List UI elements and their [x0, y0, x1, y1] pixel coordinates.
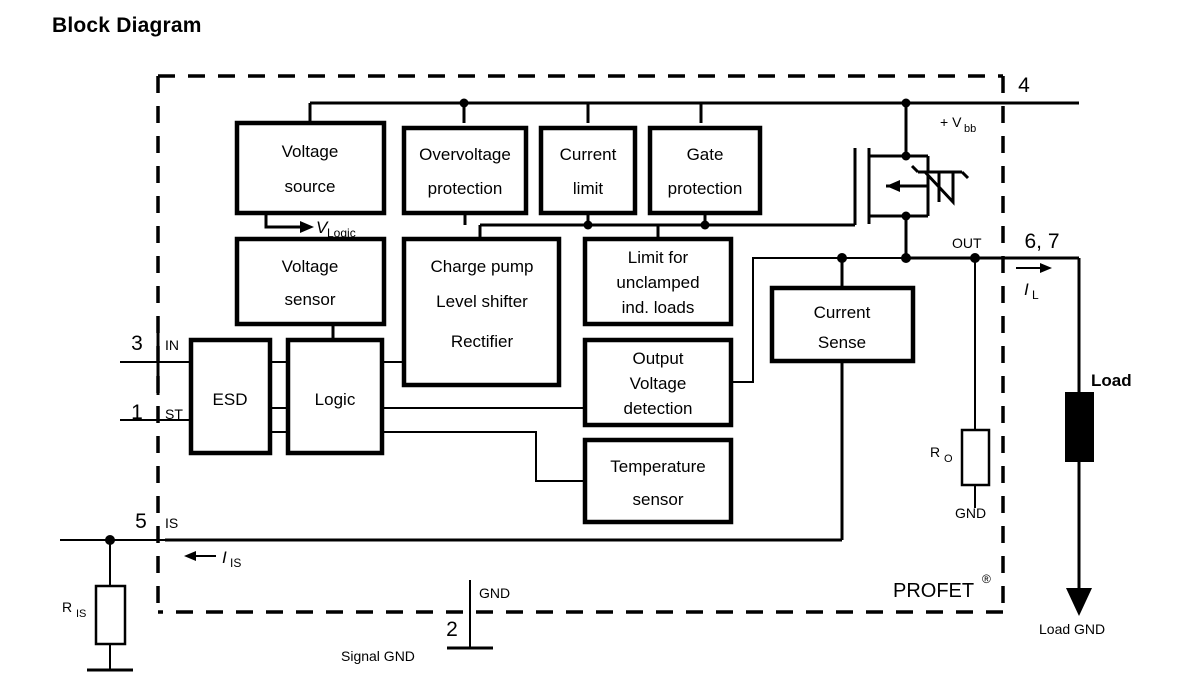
block-limit-unclamped: Limit for unclamped ind. loads	[582, 236, 734, 327]
block-logic: Logic	[285, 337, 385, 456]
mosfet-bulk-arrowhead	[886, 180, 900, 192]
block-label: detection	[624, 399, 693, 418]
block-gate-protection: Gate protection	[647, 125, 763, 216]
resistor-ro: R O GND	[930, 258, 991, 521]
block-label: Charge pump	[430, 257, 533, 276]
block-voltage-source: Voltage source	[234, 120, 387, 216]
load-resistor-symbol	[1065, 392, 1094, 462]
pin-number: 6, 7	[1024, 230, 1059, 253]
arrowhead	[300, 221, 314, 233]
block-label: source	[284, 177, 335, 196]
pin-number: 3	[131, 332, 143, 355]
pin-name: IN	[165, 337, 179, 353]
ro-label: R	[930, 444, 940, 460]
load-gnd-label: Load GND	[1039, 621, 1105, 637]
block-label: Gate	[687, 145, 724, 164]
junction-dot	[583, 220, 593, 230]
pin-name: OUT	[952, 235, 982, 251]
block-label: Voltage	[282, 257, 339, 276]
junction-dot	[901, 253, 911, 263]
vbb-text: + V	[940, 114, 962, 130]
block-label: Output	[632, 349, 683, 368]
block-label: limit	[573, 179, 603, 198]
block-label: Rectifier	[451, 332, 514, 351]
block-label: Limit for	[628, 248, 689, 267]
block-overvoltage-protection: Overvoltage protection	[401, 125, 529, 216]
zener-diode-icon	[910, 164, 970, 206]
arrowhead	[184, 551, 196, 561]
gnd-pin-label: GND	[479, 585, 510, 601]
block-label: Current	[814, 303, 871, 322]
esd-logic-links	[270, 361, 288, 433]
pin-number: 5	[135, 510, 147, 533]
vlogic-output-arrow: V Logic	[264, 213, 356, 240]
block-label: Level shifter	[436, 292, 528, 311]
block-label: Logic	[315, 390, 356, 409]
block-label: ESD	[213, 390, 248, 409]
vbb-label: + V bb	[940, 114, 976, 135]
block-label: Overvoltage	[419, 145, 511, 164]
pin-number: 1	[131, 401, 143, 424]
block-label: Current	[560, 145, 617, 164]
pin-number: 2	[446, 618, 458, 641]
junction-dot	[459, 98, 469, 108]
load-branch: Load Load GND	[1039, 258, 1132, 637]
block-diagram-figure: Voltage source Overvoltage protection Cu…	[0, 0, 1179, 692]
pin-number: 4	[1018, 74, 1030, 97]
block-label: ind. loads	[622, 298, 695, 317]
ris-label: R	[62, 599, 72, 615]
block-charge-pump: Charge pump Level shifter Rectifier	[401, 236, 562, 388]
block-label: protection	[428, 179, 503, 198]
arrowhead	[1040, 263, 1052, 273]
junction-dot	[700, 220, 710, 230]
block-label: unclamped	[616, 273, 699, 292]
il-sub: L	[1032, 288, 1039, 302]
block-temperature-sensor: Temperature sensor	[582, 437, 734, 525]
load-label: Load	[1091, 371, 1132, 390]
vbb-sub: bb	[964, 123, 976, 135]
block-label: sensor	[284, 290, 335, 309]
gnd-ro-label: GND	[955, 505, 986, 521]
block-label: Voltage	[282, 142, 339, 161]
pin-label-4: 4	[1018, 74, 1030, 97]
ris-sub: IS	[76, 608, 86, 620]
pin-label-3: 3 IN	[131, 332, 179, 355]
profet-text: PROFET	[893, 580, 974, 602]
block-current-sense: Current Sense	[769, 285, 916, 364]
block-label: protection	[668, 179, 743, 198]
load-gnd-arrowhead	[1066, 588, 1092, 616]
block-label: Temperature	[610, 457, 705, 476]
pin-name: IS	[165, 515, 178, 531]
block-output-voltage-detection: Output Voltage detection	[582, 337, 734, 428]
block-diagram-svg: Voltage source Overvoltage protection Cu…	[60, 74, 1132, 672]
iis-sub: IS	[230, 556, 241, 570]
block-esd: ESD	[188, 337, 273, 456]
pin-name: ST	[165, 406, 183, 422]
block-voltage-sensor: Voltage sensor	[234, 236, 387, 327]
resistor-ris: R IS	[62, 535, 133, 672]
registered-trademark-icon: ®	[982, 572, 991, 586]
block-current-limit: Current limit	[538, 125, 638, 216]
supply-rail-wire	[308, 98, 1079, 123]
profet-label: PROFET ®	[893, 572, 991, 602]
iis-label: I	[222, 548, 227, 567]
signal-gnd-label: Signal GND	[341, 648, 415, 664]
block-label: sensor	[632, 490, 683, 509]
il-current-arrow: I L	[1016, 263, 1052, 302]
gate-control-bus	[478, 213, 855, 239]
ro-sub: O	[944, 453, 953, 465]
junction-dot	[105, 535, 115, 545]
pin-gnd-2: GND 2 Signal GND	[341, 580, 510, 664]
block-label: Sense	[818, 333, 866, 352]
il-label: I	[1024, 280, 1029, 299]
pin-label-67: 6, 7 OUT	[952, 230, 1060, 253]
block-label: Voltage	[630, 374, 687, 393]
iis-current-arrow: I IS	[184, 548, 241, 570]
